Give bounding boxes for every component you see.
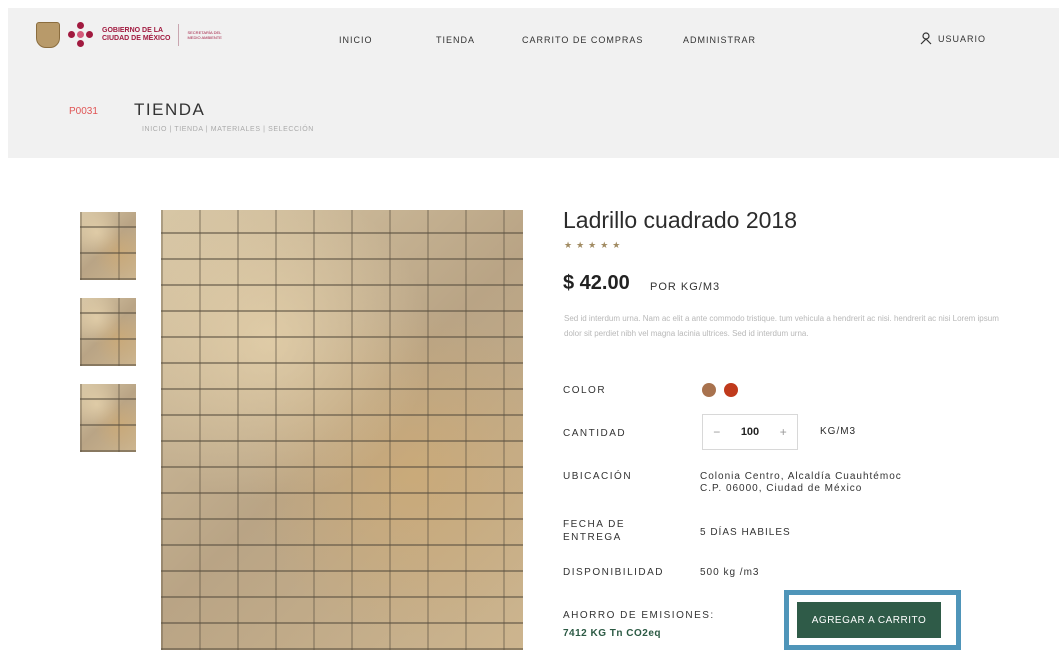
nav-carrito[interactable]: CARRITO DE COMPRAS [522,35,643,45]
product-description: Sed id interdum urna. Nam ac elit a ante… [564,314,999,338]
savings-label: AHORRO DE EMISIONES: [563,610,715,621]
cdmx-mark-icon [68,22,94,48]
product-price: $ 42.00 [563,272,630,294]
delivery-label-line-1: FECHA DE [563,519,626,530]
rating-stars: ★★★★★ [564,240,625,250]
header-band: GOBIERNO DE LA CIUDAD DE MÉXICO SECRETAR… [8,8,1059,158]
quantity-label: CANTIDAD [563,428,627,439]
secretaria-line-2: MEDIO AMBIENTE [187,35,222,40]
color-label: COLOR [563,385,607,396]
quantity-value[interactable]: 100 [741,426,759,438]
gov-line-1: GOBIERNO DE LA [102,27,164,34]
thumbnail-3[interactable] [80,384,136,452]
coat-of-arms-icon [36,22,60,48]
color-swatch-red[interactable] [724,383,738,397]
product-name: Ladrillo cuadrado 2018 [563,207,798,233]
logo-divider [178,24,180,46]
add-to-cart-button[interactable]: AGREGAR A CARRITO [797,602,941,638]
location-label: UBICACIÓN [563,471,633,482]
page-title: TIENDA [134,100,206,119]
user-icon [920,32,932,45]
delivery-value: 5 DÍAS HABILES [700,527,791,538]
product-image [161,210,523,650]
secretaria-name: SECRETARÍA DEL MEDIO AMBIENTE [187,30,221,40]
nav-tienda[interactable]: TIENDA [436,35,475,45]
gov-logo[interactable]: GOBIERNO DE LA CIUDAD DE MÉXICO SECRETAR… [36,22,222,48]
savings-value: 7412 KG Tn CO2eq [563,628,662,639]
decrement-button[interactable]: − [713,425,720,439]
thumbnail-1[interactable] [80,212,136,280]
breadcrumb[interactable]: INICIO | TIENDA | MATERIALES | SELECCIÓN [142,126,314,133]
gov-line-2: CIUDAD DE MÉXICO [102,35,171,42]
thumbnail-2[interactable] [80,298,136,366]
location-line-1: Colonia Centro, Alcaldía Cuauhtémoc [700,471,902,482]
location-value: Colonia Centro, Alcaldía Cuauhtémoc C.P.… [700,471,902,495]
quantity-unit: KG/M3 [820,426,857,437]
increment-button[interactable]: + [780,425,787,439]
location-line-2: C.P. 06000, Ciudad de México [700,483,863,494]
nav-inicio[interactable]: INICIO [339,35,373,45]
delivery-label-line-2: ENTREGA [563,532,622,543]
delivery-label: FECHA DE ENTREGA [563,518,625,544]
price-unit: POR KG/M3 [650,281,721,293]
color-swatch-brown[interactable] [702,383,716,397]
gov-name: GOBIERNO DE LA CIUDAD DE MÉXICO [102,27,170,43]
user-menu[interactable]: USUARIO [920,32,986,45]
quantity-stepper: − 100 + [702,414,798,450]
nav-administrar[interactable]: ADMINISTRAR [683,35,756,45]
product-code: P0031 [69,106,98,117]
availability-value: 500 kg /m3 [700,567,760,578]
user-label: USUARIO [938,33,987,44]
availability-label: DISPONIBILIDAD [563,567,665,578]
